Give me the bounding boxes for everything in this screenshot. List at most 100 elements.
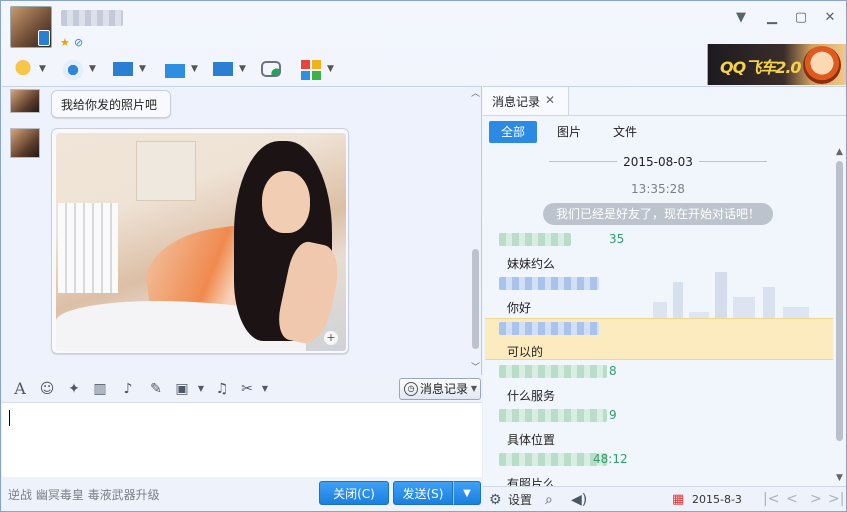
last-page-icon[interactable]: >| bbox=[828, 490, 844, 508]
chat-messages[interactable]: 我给你发的照片吧 + ︿ ﹀ bbox=[2, 86, 482, 375]
filter-images[interactable]: 图片 bbox=[545, 121, 593, 143]
scroll-down-icon[interactable]: ▼ bbox=[834, 473, 845, 483]
send-file-button[interactable]: ▼ bbox=[161, 56, 205, 84]
filter-files[interactable]: 文件 bbox=[601, 121, 649, 143]
close-tab-icon[interactable]: ✕ bbox=[545, 93, 555, 107]
history-footer: ⚙ 设置 ⌕ ◀) ▦ 2015-8-3 |< < > >| bbox=[483, 486, 846, 511]
input-toolbar: A ☺ ✦ ▥ ♪ ✎ ▣ ▼ ♫ ✂ ▼ ◷ 消息记录 ▼ bbox=[2, 375, 482, 403]
ad-banner[interactable]: QQ飞车2.0 bbox=[707, 44, 846, 85]
remote-assist-icon bbox=[211, 58, 235, 82]
calendar-date[interactable]: 2015-8-3 bbox=[692, 491, 742, 509]
history-scrollbar[interactable]: ▲ ▼ bbox=[833, 147, 846, 485]
scroll-up-icon[interactable]: ︿ bbox=[470, 89, 481, 99]
message-time: 35 bbox=[609, 232, 625, 246]
chevron-down-icon[interactable]: ▼ bbox=[239, 64, 246, 74]
filter-all[interactable]: 全部 bbox=[489, 121, 537, 143]
next-page-icon[interactable]: > bbox=[810, 490, 822, 508]
date-separator: 2015-08-03 bbox=[483, 152, 833, 172]
video-call-button[interactable]: ▼ bbox=[59, 56, 103, 84]
menu-dropdown-icon[interactable]: ▼ bbox=[732, 9, 750, 27]
ad-banner-text: QQ飞车2.0 bbox=[720, 58, 802, 77]
history-message[interactable]: 什么服务 bbox=[507, 387, 555, 404]
close-window-button[interactable]: ✕ bbox=[821, 9, 839, 27]
chat-scrollbar[interactable]: ︿ ﹀ bbox=[469, 87, 481, 375]
message-history-button[interactable]: ◷ 消息记录 ▼ bbox=[399, 378, 481, 400]
history-message[interactable]: 具体位置 bbox=[507, 431, 555, 448]
restore-button[interactable]: ▢ bbox=[792, 9, 810, 27]
history-message[interactable]: 妹妹约么 bbox=[507, 255, 555, 272]
message-bubble[interactable]: 我给你发的照片吧 bbox=[51, 90, 171, 118]
voice-message-icon[interactable]: ♪ bbox=[119, 380, 137, 398]
settings-label[interactable]: 设置 bbox=[508, 491, 532, 509]
clock-icon: ◷ bbox=[404, 382, 418, 396]
qq-status-icon[interactable]: ⊘ bbox=[74, 36, 83, 49]
chevron-down-icon[interactable]: ▼ bbox=[89, 64, 96, 74]
font-icon[interactable]: A bbox=[11, 380, 29, 398]
close-button[interactable]: 关闭(C) bbox=[319, 481, 389, 505]
contact-avatar[interactable] bbox=[10, 128, 40, 158]
first-page-icon[interactable]: |< bbox=[763, 490, 779, 508]
voice-call-button[interactable]: ▼ bbox=[9, 56, 53, 84]
edit-icon[interactable]: ✎ bbox=[147, 380, 165, 398]
shake-window-icon[interactable]: ▥ bbox=[91, 380, 109, 398]
screenshot-scissors-icon[interactable]: ✂ bbox=[238, 380, 256, 398]
toolbar: ▼ ▼ ▼ ▼ ▼ ▼ bbox=[1, 54, 703, 86]
apps-button[interactable]: ▼ bbox=[297, 56, 341, 84]
prev-page-icon[interactable]: < bbox=[786, 490, 798, 508]
chevron-down-icon[interactable]: ▼ bbox=[256, 380, 274, 398]
sender-name bbox=[499, 322, 599, 335]
minimize-button[interactable]: ▁ bbox=[763, 9, 781, 27]
tab-divider bbox=[483, 115, 846, 116]
chat-window: ★ ⊘ ▼ ▁ ▢ ✕ ▼ ▼ ▼ ▼ ▼ ▼ QQ飞车2.0 我给你发的照片吧… bbox=[0, 0, 847, 512]
screen-share-icon bbox=[111, 58, 135, 82]
music-icon[interactable]: ♫ bbox=[213, 380, 231, 398]
history-date: 2015-08-03 bbox=[623, 155, 693, 169]
image-icon[interactable]: ▣ bbox=[173, 380, 191, 398]
speaker-icon[interactable]: ◀) bbox=[571, 491, 587, 509]
sender-name bbox=[499, 409, 607, 422]
webcam-icon bbox=[61, 58, 85, 82]
sender-name bbox=[499, 453, 607, 466]
chevron-down-icon[interactable]: ▼ bbox=[327, 64, 334, 74]
gear-icon[interactable]: ⚙ bbox=[489, 491, 502, 509]
chevron-down-icon[interactable]: ▼ bbox=[191, 64, 198, 74]
photo-face bbox=[262, 171, 310, 233]
scrollbar-thumb[interactable] bbox=[472, 249, 479, 349]
star-icon[interactable]: ★ bbox=[60, 36, 70, 49]
history-message[interactable]: 你好 bbox=[507, 299, 531, 316]
scroll-up-icon[interactable]: ▲ bbox=[834, 147, 845, 157]
shared-photo[interactable]: + bbox=[56, 133, 346, 351]
sender-name bbox=[499, 277, 599, 290]
ad-text-link[interactable]: 逆战 幽冥毒皇 毒液武器升级 bbox=[8, 486, 160, 503]
microphone-icon bbox=[11, 58, 35, 82]
send-file-icon bbox=[163, 58, 187, 82]
emoji-icon[interactable]: ☺ bbox=[38, 380, 56, 398]
system-time: 13:35:28 bbox=[631, 182, 685, 196]
zoom-in-icon[interactable]: + bbox=[324, 331, 338, 345]
history-message[interactable]: 可以的 bbox=[507, 343, 543, 360]
message-text: 我给你发的照片吧 bbox=[61, 98, 158, 112]
remote-assist-button[interactable]: ▼ bbox=[209, 56, 253, 84]
calendar-icon[interactable]: ▦ bbox=[672, 491, 684, 509]
send-options-dropdown[interactable]: ▼ bbox=[453, 481, 481, 505]
photo-radiator bbox=[58, 203, 118, 293]
message-input[interactable] bbox=[2, 403, 482, 477]
scroll-down-icon[interactable]: ﹀ bbox=[470, 363, 481, 373]
magic-wand-icon[interactable]: ✦ bbox=[65, 380, 83, 398]
chevron-down-icon[interactable]: ▼ bbox=[139, 64, 146, 74]
contact-avatar[interactable] bbox=[10, 89, 40, 113]
history-panel: 消息记录 ✕ 全部 图片 文件 2015-08-03 13:35:28 我们已经… bbox=[483, 86, 846, 511]
send-button[interactable]: 发送(S) bbox=[393, 481, 453, 505]
chevron-down-icon[interactable]: ▼ bbox=[192, 380, 210, 398]
mobile-online-icon bbox=[38, 30, 50, 46]
tab-message-history[interactable]: 消息记录 ✕ bbox=[483, 87, 569, 115]
search-icon[interactable]: ⌕ bbox=[545, 491, 553, 509]
image-message-bubble[interactable]: + bbox=[51, 128, 349, 354]
screen-share-button[interactable]: ▼ bbox=[109, 56, 153, 84]
scrollbar-thumb[interactable] bbox=[836, 161, 843, 441]
contact-name[interactable] bbox=[61, 10, 123, 26]
ad-character-image bbox=[803, 46, 841, 84]
chat-footer: 逆战 幽冥毒皇 毒液武器升级 关闭(C) 发送(S) ▼ bbox=[2, 477, 482, 511]
chevron-down-icon[interactable]: ▼ bbox=[39, 64, 46, 74]
message-time: 48:12 bbox=[593, 452, 628, 466]
